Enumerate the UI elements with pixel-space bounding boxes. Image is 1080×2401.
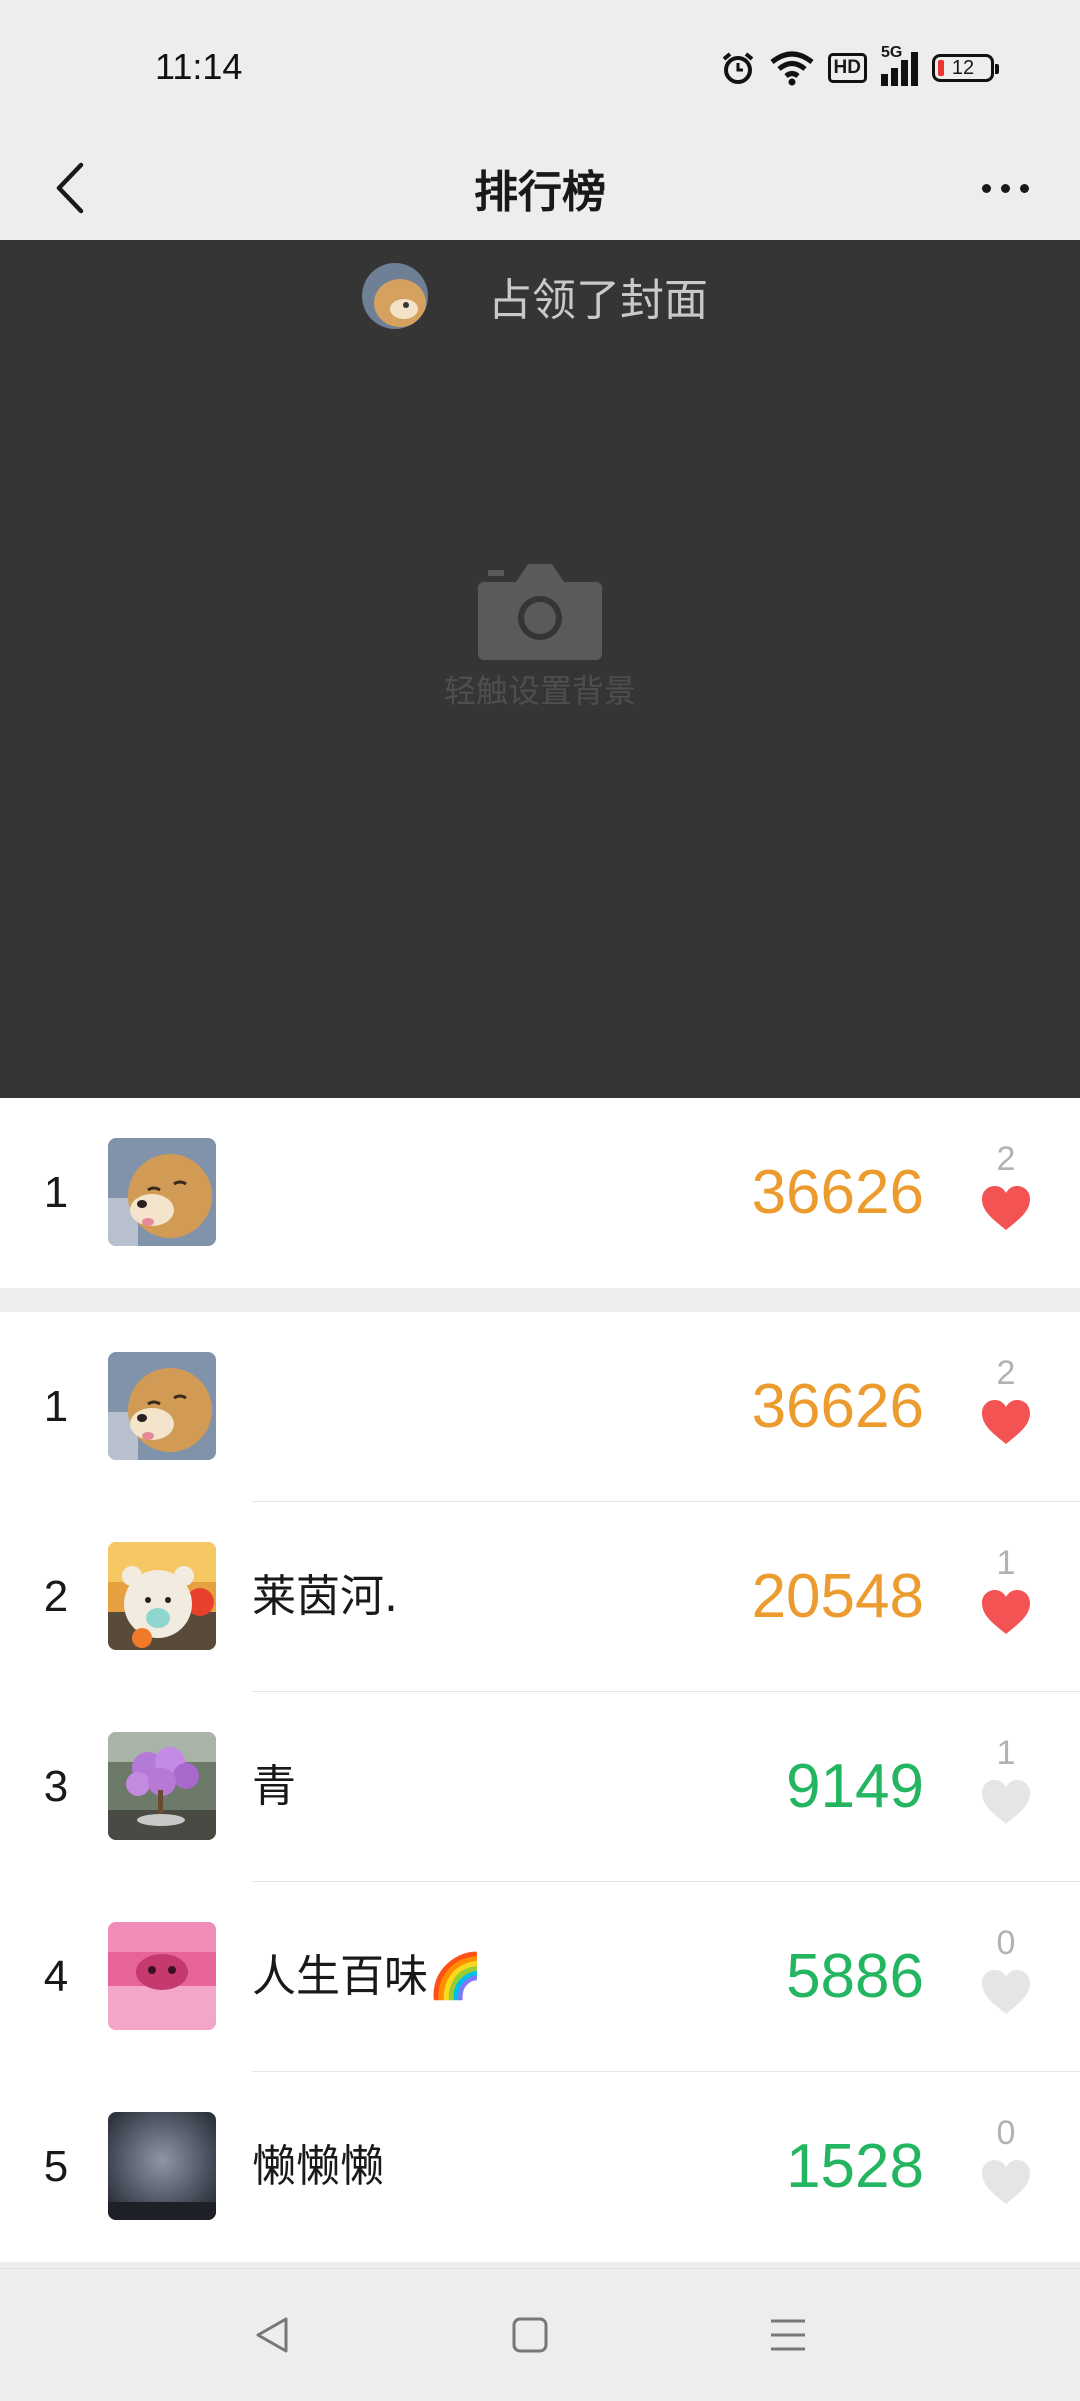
- like-count: 2: [996, 1140, 1016, 1178]
- status-time: 11:14: [155, 46, 243, 87]
- battery-level: 12: [951, 56, 975, 79]
- nav-back-icon: [256, 2317, 288, 2353]
- my-rank-row[interactable]: 1 36626 2: [0, 1098, 1080, 1288]
- ranking-row[interactable]: 3 青 9149 1: [0, 1692, 1080, 1882]
- heart-icon: [982, 1970, 1030, 2014]
- more-icon-dot: [1019, 183, 1029, 193]
- step-count: 5886: [786, 1942, 924, 2011]
- battery-icon: 12: [932, 54, 999, 82]
- status-icons: HD 5G 12: [720, 44, 999, 90]
- rank-number: 1: [43, 1382, 69, 1431]
- avatar[interactable]: [108, 1138, 216, 1246]
- set-background-text: 轻触设置背景: [443, 672, 636, 710]
- avatar[interactable]: [108, 1732, 216, 1840]
- network-type: 5G: [881, 44, 903, 61]
- system-nav-bar: [0, 2268, 1080, 2401]
- heart-icon: [982, 2160, 1030, 2204]
- step-count: 1528: [786, 2132, 924, 2201]
- set-background-button[interactable]: 轻触设置背景: [0, 560, 1080, 712]
- step-count: 9149: [786, 1752, 924, 1821]
- ranking-row[interactable]: 1 36626 2: [0, 1312, 1080, 1502]
- wifi-icon: [769, 51, 814, 86]
- like-count: 0: [996, 2114, 1016, 2152]
- avatar[interactable]: [108, 1352, 216, 1460]
- user-name: 人生百味🌈: [252, 1951, 483, 2002]
- step-count: 36626: [751, 1372, 924, 1441]
- heart-icon: [982, 1400, 1030, 1444]
- nav-bar: 排行榜: [0, 134, 1080, 240]
- step-count: 20548: [751, 1562, 924, 1631]
- user-name: 懒懒懒: [252, 2141, 384, 2192]
- signal-icon: 5G: [881, 44, 918, 86]
- like-button[interactable]: 0: [970, 2112, 1042, 2222]
- hd-badge: HD: [827, 53, 867, 83]
- like-count: 1: [996, 1544, 1016, 1582]
- heart-icon: [982, 1186, 1030, 1230]
- heart-icon: [982, 1590, 1030, 1634]
- heart-icon: [982, 1780, 1030, 1824]
- nav-menu-button[interactable]: [752, 2299, 824, 2371]
- nav-home-icon: [512, 2317, 548, 2353]
- nav-menu-icon: [771, 2319, 805, 2351]
- cover-owner-avatar[interactable]: [362, 263, 428, 329]
- ranking-row[interactable]: 5 懒懒懒 1528 0: [0, 2072, 1080, 2262]
- like-button[interactable]: 0: [970, 1922, 1042, 2032]
- avatar[interactable]: [108, 2112, 216, 2220]
- nav-home-button[interactable]: [494, 2299, 566, 2371]
- more-button[interactable]: [960, 148, 1050, 228]
- like-button[interactable]: 2: [970, 1352, 1042, 1462]
- cover-owner: 占领了封面: [362, 260, 708, 332]
- alarm-icon: [722, 52, 753, 84]
- ranking-row[interactable]: 4 人生百味🌈 5886 0: [0, 1882, 1080, 2072]
- camera-icon: [478, 564, 602, 660]
- cover-owner-text: 占领了封面: [488, 275, 708, 326]
- like-button[interactable]: 1: [970, 1542, 1042, 1652]
- nav-back-button[interactable]: [236, 2299, 308, 2371]
- step-count: 36626: [751, 1158, 924, 1227]
- rank-number: 2: [43, 1572, 69, 1621]
- like-count: 1: [996, 1734, 1016, 1772]
- like-button[interactable]: 1: [970, 1732, 1042, 1842]
- more-icon-dot: [1000, 183, 1010, 193]
- avatar[interactable]: [108, 1542, 216, 1650]
- cover-area[interactable]: 占领了封面 轻触设置背景: [0, 240, 1080, 1098]
- rank-number: 5: [43, 2142, 69, 2191]
- like-count: 2: [996, 1354, 1016, 1392]
- more-icon: [981, 183, 991, 193]
- rank-number: 3: [43, 1762, 69, 1811]
- rank-number: 4: [43, 1952, 69, 2001]
- ranking-row[interactable]: 2 莱茵河. 20548 1: [0, 1502, 1080, 1692]
- user-name: 莱茵河.: [252, 1571, 398, 1622]
- page-title: 排行榜: [474, 167, 606, 218]
- avatar[interactable]: [108, 1922, 216, 2030]
- like-count: 0: [996, 1924, 1016, 1962]
- status-bar: 11:14 HD 5G 12: [0, 0, 1080, 134]
- rank-number: 1: [43, 1168, 69, 1217]
- like-button[interactable]: 2: [970, 1138, 1042, 1248]
- user-name: 青: [252, 1761, 296, 1812]
